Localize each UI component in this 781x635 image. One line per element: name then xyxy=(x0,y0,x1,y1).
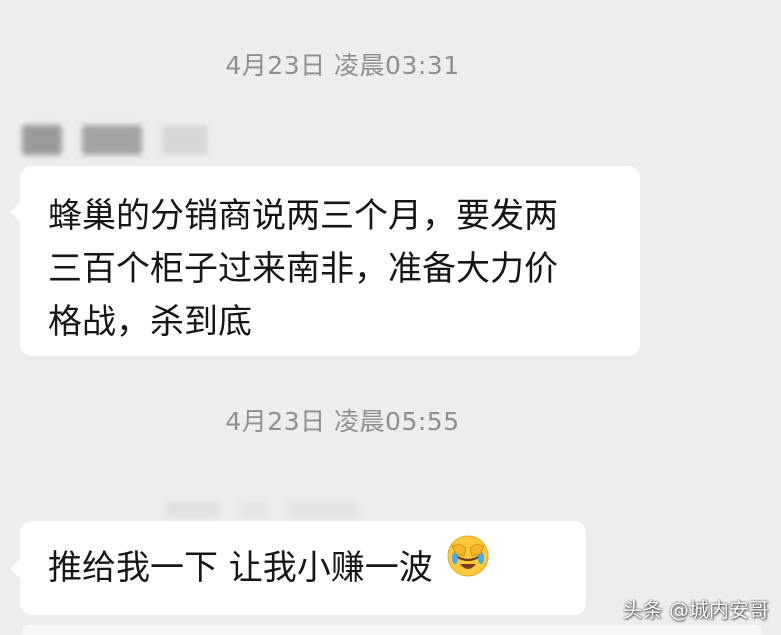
sender-name-blurred xyxy=(22,124,207,156)
blurred-name-part xyxy=(240,502,268,518)
message-bubble[interactable]: 推给我一下 让我小赚一波 xyxy=(10,520,586,615)
blurred-name-part xyxy=(165,502,220,518)
message-text: 推给我一下 让我小赚一波 xyxy=(48,548,433,588)
chat-window: 4月23日 凌晨03:31 蜂巢的分销商说两三个月，要发两 三百个柜子过来南非，… xyxy=(0,0,781,635)
blurred-name-part xyxy=(288,502,358,518)
blurred-name-part xyxy=(162,125,207,155)
message-line: 三百个柜子过来南非，准备大力价 xyxy=(48,249,558,289)
message-bubble[interactable]: 蜂巢的分销商说两三个月，要发两 三百个柜子过来南非，准备大力价 格战，杀到底 xyxy=(10,166,640,356)
message-line: 蜂巢的分销商说两三个月，要发两 xyxy=(48,196,558,236)
blurred-avatar xyxy=(22,125,62,155)
timestamp: 4月23日 凌晨03:31 xyxy=(225,51,460,80)
facepalm-laugh-emoji xyxy=(446,520,490,614)
next-message-partial xyxy=(22,625,762,635)
message-line: 格战，杀到底 xyxy=(48,302,252,342)
blurred-name-part xyxy=(82,125,142,155)
watermark: 头条 @城内安哥 xyxy=(622,598,769,622)
timestamp: 4月23日 凌晨05:55 xyxy=(225,407,460,436)
